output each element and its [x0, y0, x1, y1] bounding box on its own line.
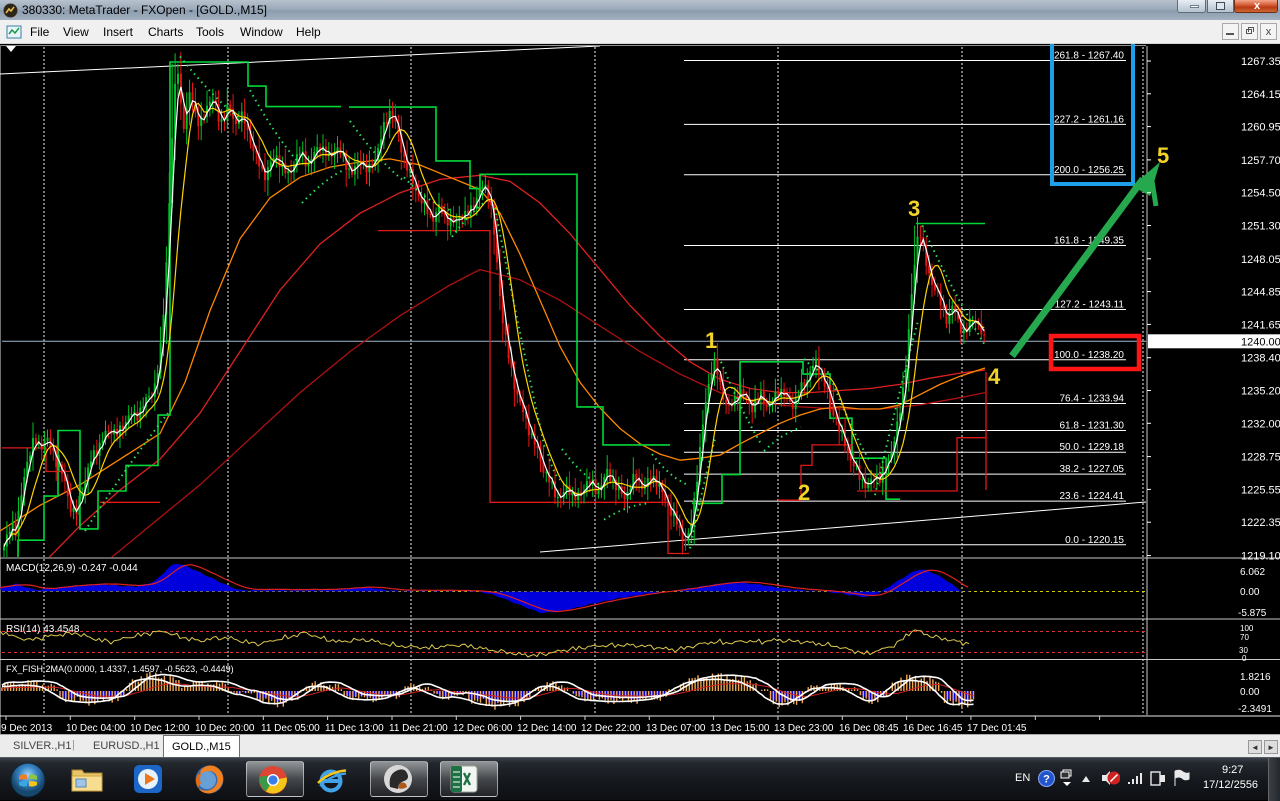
svg-text:2: 2: [798, 480, 810, 505]
svg-text:1240.00: 1240.00: [1241, 336, 1280, 348]
svg-text:50.0 - 1229.18: 50.0 - 1229.18: [1060, 442, 1125, 453]
svg-text:70: 70: [1240, 633, 1249, 642]
svg-text:FX_FISH 2MA(0.0000, 1.4337, 1.: FX_FISH 2MA(0.0000, 1.4337, 1.4597, -0.5…: [6, 664, 234, 674]
svg-text:MACD(12,26,9) -0.247 -0.044: MACD(12,26,9) -0.247 -0.044: [6, 563, 138, 574]
svg-text:1225.55: 1225.55: [1241, 484, 1280, 496]
svg-text:1264.15: 1264.15: [1241, 89, 1280, 101]
svg-text:1238.40: 1238.40: [1241, 353, 1280, 365]
svg-text:11 Dec 13:00: 11 Dec 13:00: [325, 723, 384, 734]
svg-text:13 Dec 23:00: 13 Dec 23:00: [774, 723, 834, 734]
svg-text:16 Dec 08:45: 16 Dec 08:45: [839, 723, 899, 734]
svg-text:3: 3: [908, 196, 920, 221]
svg-text:4: 4: [988, 364, 1001, 389]
svg-text:1267.35: 1267.35: [1241, 56, 1280, 68]
svg-text:1254.50: 1254.50: [1241, 188, 1280, 200]
svg-text:1: 1: [705, 328, 717, 353]
svg-text:9 Dec 2013: 9 Dec 2013: [1, 723, 53, 734]
svg-text:61.8 - 1231.30: 61.8 - 1231.30: [1060, 421, 1125, 432]
svg-text:1.8216: 1.8216: [1240, 672, 1271, 683]
svg-text:1248.05: 1248.05: [1241, 254, 1280, 266]
svg-text:1235.20: 1235.20: [1241, 386, 1280, 398]
svg-text:1241.65: 1241.65: [1241, 319, 1280, 331]
svg-text:6.062: 6.062: [1240, 567, 1265, 578]
svg-text:0: 0: [1242, 654, 1247, 663]
svg-text:1257.70: 1257.70: [1241, 155, 1280, 167]
svg-text:10 Dec 20:00: 10 Dec 20:00: [195, 723, 255, 734]
svg-text:227.2 - 1261.16: 227.2 - 1261.16: [1054, 114, 1124, 125]
svg-text:0.00: 0.00: [1240, 587, 1260, 598]
svg-text:76.4 - 1233.94: 76.4 - 1233.94: [1060, 394, 1125, 405]
svg-text:1232.00: 1232.00: [1241, 418, 1280, 430]
svg-text:11 Dec 05:00: 11 Dec 05:00: [261, 723, 320, 734]
svg-text:0.00: 0.00: [1240, 687, 1260, 698]
svg-text:1222.35: 1222.35: [1241, 517, 1280, 529]
svg-text:16 Dec 16:45: 16 Dec 16:45: [903, 723, 963, 734]
svg-text:-5.875: -5.875: [1238, 608, 1267, 619]
svg-text:100: 100: [1240, 624, 1254, 633]
svg-text:1219.10: 1219.10: [1241, 551, 1280, 563]
svg-text:1244.85: 1244.85: [1241, 287, 1280, 299]
svg-text:10 Dec 12:00: 10 Dec 12:00: [130, 723, 190, 734]
svg-text:0.0 - 1220.15: 0.0 - 1220.15: [1065, 535, 1124, 546]
svg-text:17 Dec 01:45: 17 Dec 01:45: [967, 723, 1027, 734]
svg-text:11 Dec 21:00: 11 Dec 21:00: [389, 723, 448, 734]
svg-text:127.2 - 1243.11: 127.2 - 1243.11: [1055, 300, 1125, 311]
svg-text:23.6 - 1224.41: 23.6 - 1224.41: [1060, 491, 1125, 502]
svg-text:12 Dec 14:00: 12 Dec 14:00: [517, 723, 577, 734]
svg-text:1228.75: 1228.75: [1241, 452, 1280, 464]
svg-text:5: 5: [1157, 143, 1169, 168]
svg-text:RSI(14) 43.4548: RSI(14) 43.4548: [6, 624, 80, 635]
svg-text:?: ?: [1043, 774, 1050, 786]
svg-text:38.2 - 1227.05: 38.2 - 1227.05: [1060, 464, 1125, 475]
svg-text:1251.30: 1251.30: [1241, 221, 1280, 233]
svg-text:200.0 - 1256.25: 200.0 - 1256.25: [1054, 165, 1124, 176]
svg-text:161.8 - 1249.35: 161.8 - 1249.35: [1054, 236, 1124, 247]
svg-text:1260.95: 1260.95: [1241, 122, 1280, 134]
svg-text:12 Dec 22:00: 12 Dec 22:00: [581, 723, 641, 734]
svg-text:261.8 - 1267.40: 261.8 - 1267.40: [1054, 51, 1124, 62]
svg-text:12 Dec 06:00: 12 Dec 06:00: [453, 723, 513, 734]
svg-text:13 Dec 15:00: 13 Dec 15:00: [710, 723, 770, 734]
svg-text:10 Dec 04:00: 10 Dec 04:00: [66, 723, 126, 734]
svg-text:-2.3491: -2.3491: [1238, 704, 1272, 715]
svg-text:13 Dec 07:00: 13 Dec 07:00: [646, 723, 706, 734]
svg-text:100.0 - 1238.20: 100.0 - 1238.20: [1054, 350, 1124, 361]
